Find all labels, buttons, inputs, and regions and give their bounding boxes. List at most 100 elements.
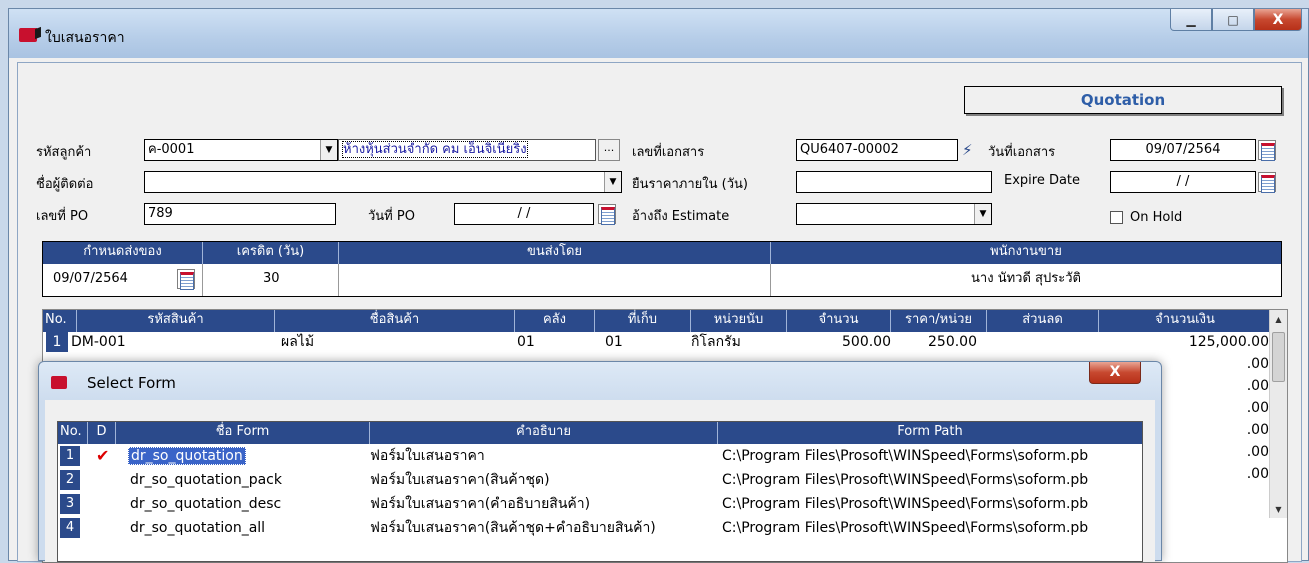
- price-valid-label: ยืนราคาภายใน (วัน): [632, 177, 748, 192]
- po-no-field[interactable]: 789: [144, 203, 336, 225]
- form-name: dr_so_quotation_all: [130, 520, 266, 536]
- customer-code-value: ค-0001: [148, 142, 195, 157]
- col-no: No.: [58, 422, 88, 444]
- col-unit: หน่วยนับ: [691, 310, 787, 332]
- col-warehouse: คลัง: [515, 310, 595, 332]
- dialog-title: Select Form: [87, 374, 176, 392]
- form-path: C:\Program Files\Prosoft\WINSpeed\Forms\…: [722, 520, 1089, 536]
- header-credit-days: เครดิต (วัน): [203, 242, 339, 264]
- col-price: ราคา/หน่วย: [891, 310, 987, 332]
- item-unit: กิโลกรัม: [691, 334, 741, 350]
- chevron-down-icon[interactable]: ▼: [320, 140, 337, 160]
- item-code: DM-001: [71, 334, 126, 350]
- expire-date-field[interactable]: / /: [1110, 171, 1256, 193]
- scroll-down-icon[interactable]: ▼: [1270, 500, 1287, 518]
- items-scrollbar[interactable]: ▲ ▼: [1269, 310, 1287, 518]
- col-default: D: [88, 422, 116, 444]
- ref-estimate-combo[interactable]: ▼: [796, 203, 992, 225]
- customer-browse-button[interactable]: ...: [598, 139, 620, 161]
- row-number: 2: [60, 470, 80, 490]
- dialog-close-button[interactable]: X: [1089, 362, 1141, 384]
- quotation-banner: Quotation: [964, 86, 1282, 114]
- form-name: dr_so_quotation: [128, 444, 246, 468]
- form-row[interactable]: 3 dr_so_quotation_desc ฟอร์มใบเสนอราคา(ค…: [58, 492, 1142, 516]
- shipping-by-cell[interactable]: [339, 264, 771, 296]
- form-name: dr_so_quotation_desc: [130, 496, 282, 512]
- salesperson-cell[interactable]: นาง นัทวดี สุประวัติ: [771, 264, 1281, 296]
- dialog-body: No. D ชื่อ Form คำอธิบาย Form Path 1 ✔ d…: [45, 400, 1155, 562]
- contact-combo[interactable]: ▼: [144, 171, 622, 193]
- form-path: C:\Program Files\Prosoft\WINSpeed\Forms\…: [722, 448, 1089, 464]
- calendar-icon[interactable]: [1258, 172, 1276, 193]
- form-list-header: No. D ชื่อ Form คำอธิบาย Form Path: [58, 422, 1142, 444]
- price-valid-field[interactable]: [796, 171, 992, 193]
- chevron-down-icon[interactable]: ▼: [604, 172, 621, 192]
- chevron-down-icon[interactable]: ▼: [974, 204, 991, 224]
- col-no: No.: [43, 310, 77, 332]
- form-description: ฟอร์มใบเสนอราคา(คำอธิบายสินค้า): [370, 496, 591, 512]
- form-row[interactable]: 1 ✔ dr_so_quotation ฟอร์มใบเสนอราคา C:\P…: [58, 444, 1142, 468]
- minimize-button[interactable]: ▁: [1170, 9, 1212, 31]
- form-name-selected: dr_so_quotation: [128, 447, 246, 465]
- expire-date-label: Expire Date: [1004, 173, 1081, 188]
- col-qty: จำนวน: [787, 310, 891, 332]
- form-description: ฟอร์มใบเสนอราคา: [370, 448, 485, 464]
- form-description: ฟอร์มใบเสนอราคา(สินค้าชุด): [370, 472, 550, 488]
- contact-label: ชื่อผู้ติดต่อ: [36, 177, 94, 192]
- calendar-icon[interactable]: [1258, 140, 1276, 161]
- scroll-up-icon[interactable]: ▲: [1270, 310, 1287, 328]
- po-date-field[interactable]: / /: [454, 203, 594, 225]
- col-description: คำอธิบาย: [370, 422, 718, 444]
- item-location: 01: [605, 334, 623, 350]
- row-number: 4: [60, 518, 80, 538]
- table-row[interactable]: 1 DM-001 ผลไม้ 01 01 กิโลกรัม 500.00 250…: [43, 332, 1269, 352]
- header-salesperson: พนักงานขาย: [990, 244, 1062, 259]
- on-hold-label: On Hold: [1130, 210, 1183, 225]
- form-description: ฟอร์มใบเสนอราคา(สินค้าชุด+คำอธิบายสินค้า…: [370, 520, 656, 536]
- on-hold-checkbox[interactable]: [1110, 211, 1123, 224]
- form-path: C:\Program Files\Prosoft\WINSpeed\Forms\…: [722, 496, 1089, 512]
- title-bar[interactable]: ใบเสนอราคา ▁ □ X: [9, 9, 1308, 58]
- col-name: ชื่อสินค้า: [275, 310, 515, 332]
- scroll-thumb[interactable]: [1272, 332, 1285, 382]
- row-number: 1: [60, 446, 80, 466]
- customer-name-field[interactable]: ห้างหุ้นส่วนจำกัด คม เอ็นจิเนียริง: [338, 139, 596, 161]
- calendar-icon[interactable]: [177, 269, 195, 290]
- check-icon: ✔: [96, 446, 110, 465]
- maximize-button[interactable]: □: [1212, 9, 1254, 31]
- header-shipping-by: ขนส่งโดย: [339, 242, 771, 264]
- item-name: ผลไม้: [281, 334, 315, 350]
- doc-date-label: วันที่เอกสาร: [988, 145, 1056, 160]
- delivery-date-value: 09/07/2564: [53, 271, 128, 286]
- delivery-date-cell[interactable]: 09/07/2564: [43, 264, 203, 296]
- form-row[interactable]: 4 dr_so_quotation_all ฟอร์มใบเสนอราคา(สิ…: [58, 516, 1142, 540]
- customer-name-value: ห้างหุ้นส่วนจำกัด คม เอ็นจิเนียริง: [342, 141, 528, 158]
- delivery-grid: กำหนดส่งของ เครดิต (วัน) ขนส่งโดย พนักงา…: [42, 241, 1282, 297]
- select-form-dialog: Select Form X No. D ชื่อ Form คำอธิบาย F…: [38, 361, 1162, 562]
- po-date-label: วันที่ PO: [368, 209, 415, 224]
- col-code: รหัสสินค้า: [77, 310, 275, 332]
- row-number: 3: [60, 494, 80, 514]
- item-qty: 500.00: [842, 334, 891, 350]
- item-price: 250.00: [928, 334, 977, 350]
- credit-days-cell[interactable]: 30: [203, 264, 339, 296]
- col-discount: ส่วนลด: [987, 310, 1099, 332]
- header-delivery-date: กำหนดส่งของ: [43, 242, 203, 264]
- items-header: No. รหัสสินค้า ชื่อสินค้า คลัง ที่เก็บ ห…: [43, 310, 1269, 332]
- doc-no-field[interactable]: QU6407-00002: [796, 139, 958, 161]
- runner-icon[interactable]: ⚡: [962, 141, 973, 159]
- row-number: 1: [46, 332, 68, 352]
- form-path: C:\Program Files\Prosoft\WINSpeed\Forms\…: [722, 472, 1089, 488]
- window-controls: ▁ □ X: [1170, 9, 1302, 31]
- book-icon: [51, 376, 67, 389]
- window-title: ใบเสนอราคา: [45, 30, 125, 46]
- calendar-icon[interactable]: [598, 204, 616, 225]
- form-list: No. D ชื่อ Form คำอธิบาย Form Path 1 ✔ d…: [57, 421, 1143, 562]
- close-button[interactable]: X: [1254, 9, 1302, 31]
- form-name: dr_so_quotation_pack: [130, 472, 282, 488]
- doc-date-field[interactable]: 09/07/2564: [1110, 139, 1256, 161]
- form-row[interactable]: 2 dr_so_quotation_pack ฟอร์มใบเสนอราคา(ส…: [58, 468, 1142, 492]
- delivery-grid-header: กำหนดส่งของ เครดิต (วัน) ขนส่งโดย พนักงา…: [43, 242, 1281, 264]
- customer-code-combo[interactable]: ค-0001 ▼: [144, 139, 338, 161]
- item-amount: 125,000.00: [1188, 334, 1269, 350]
